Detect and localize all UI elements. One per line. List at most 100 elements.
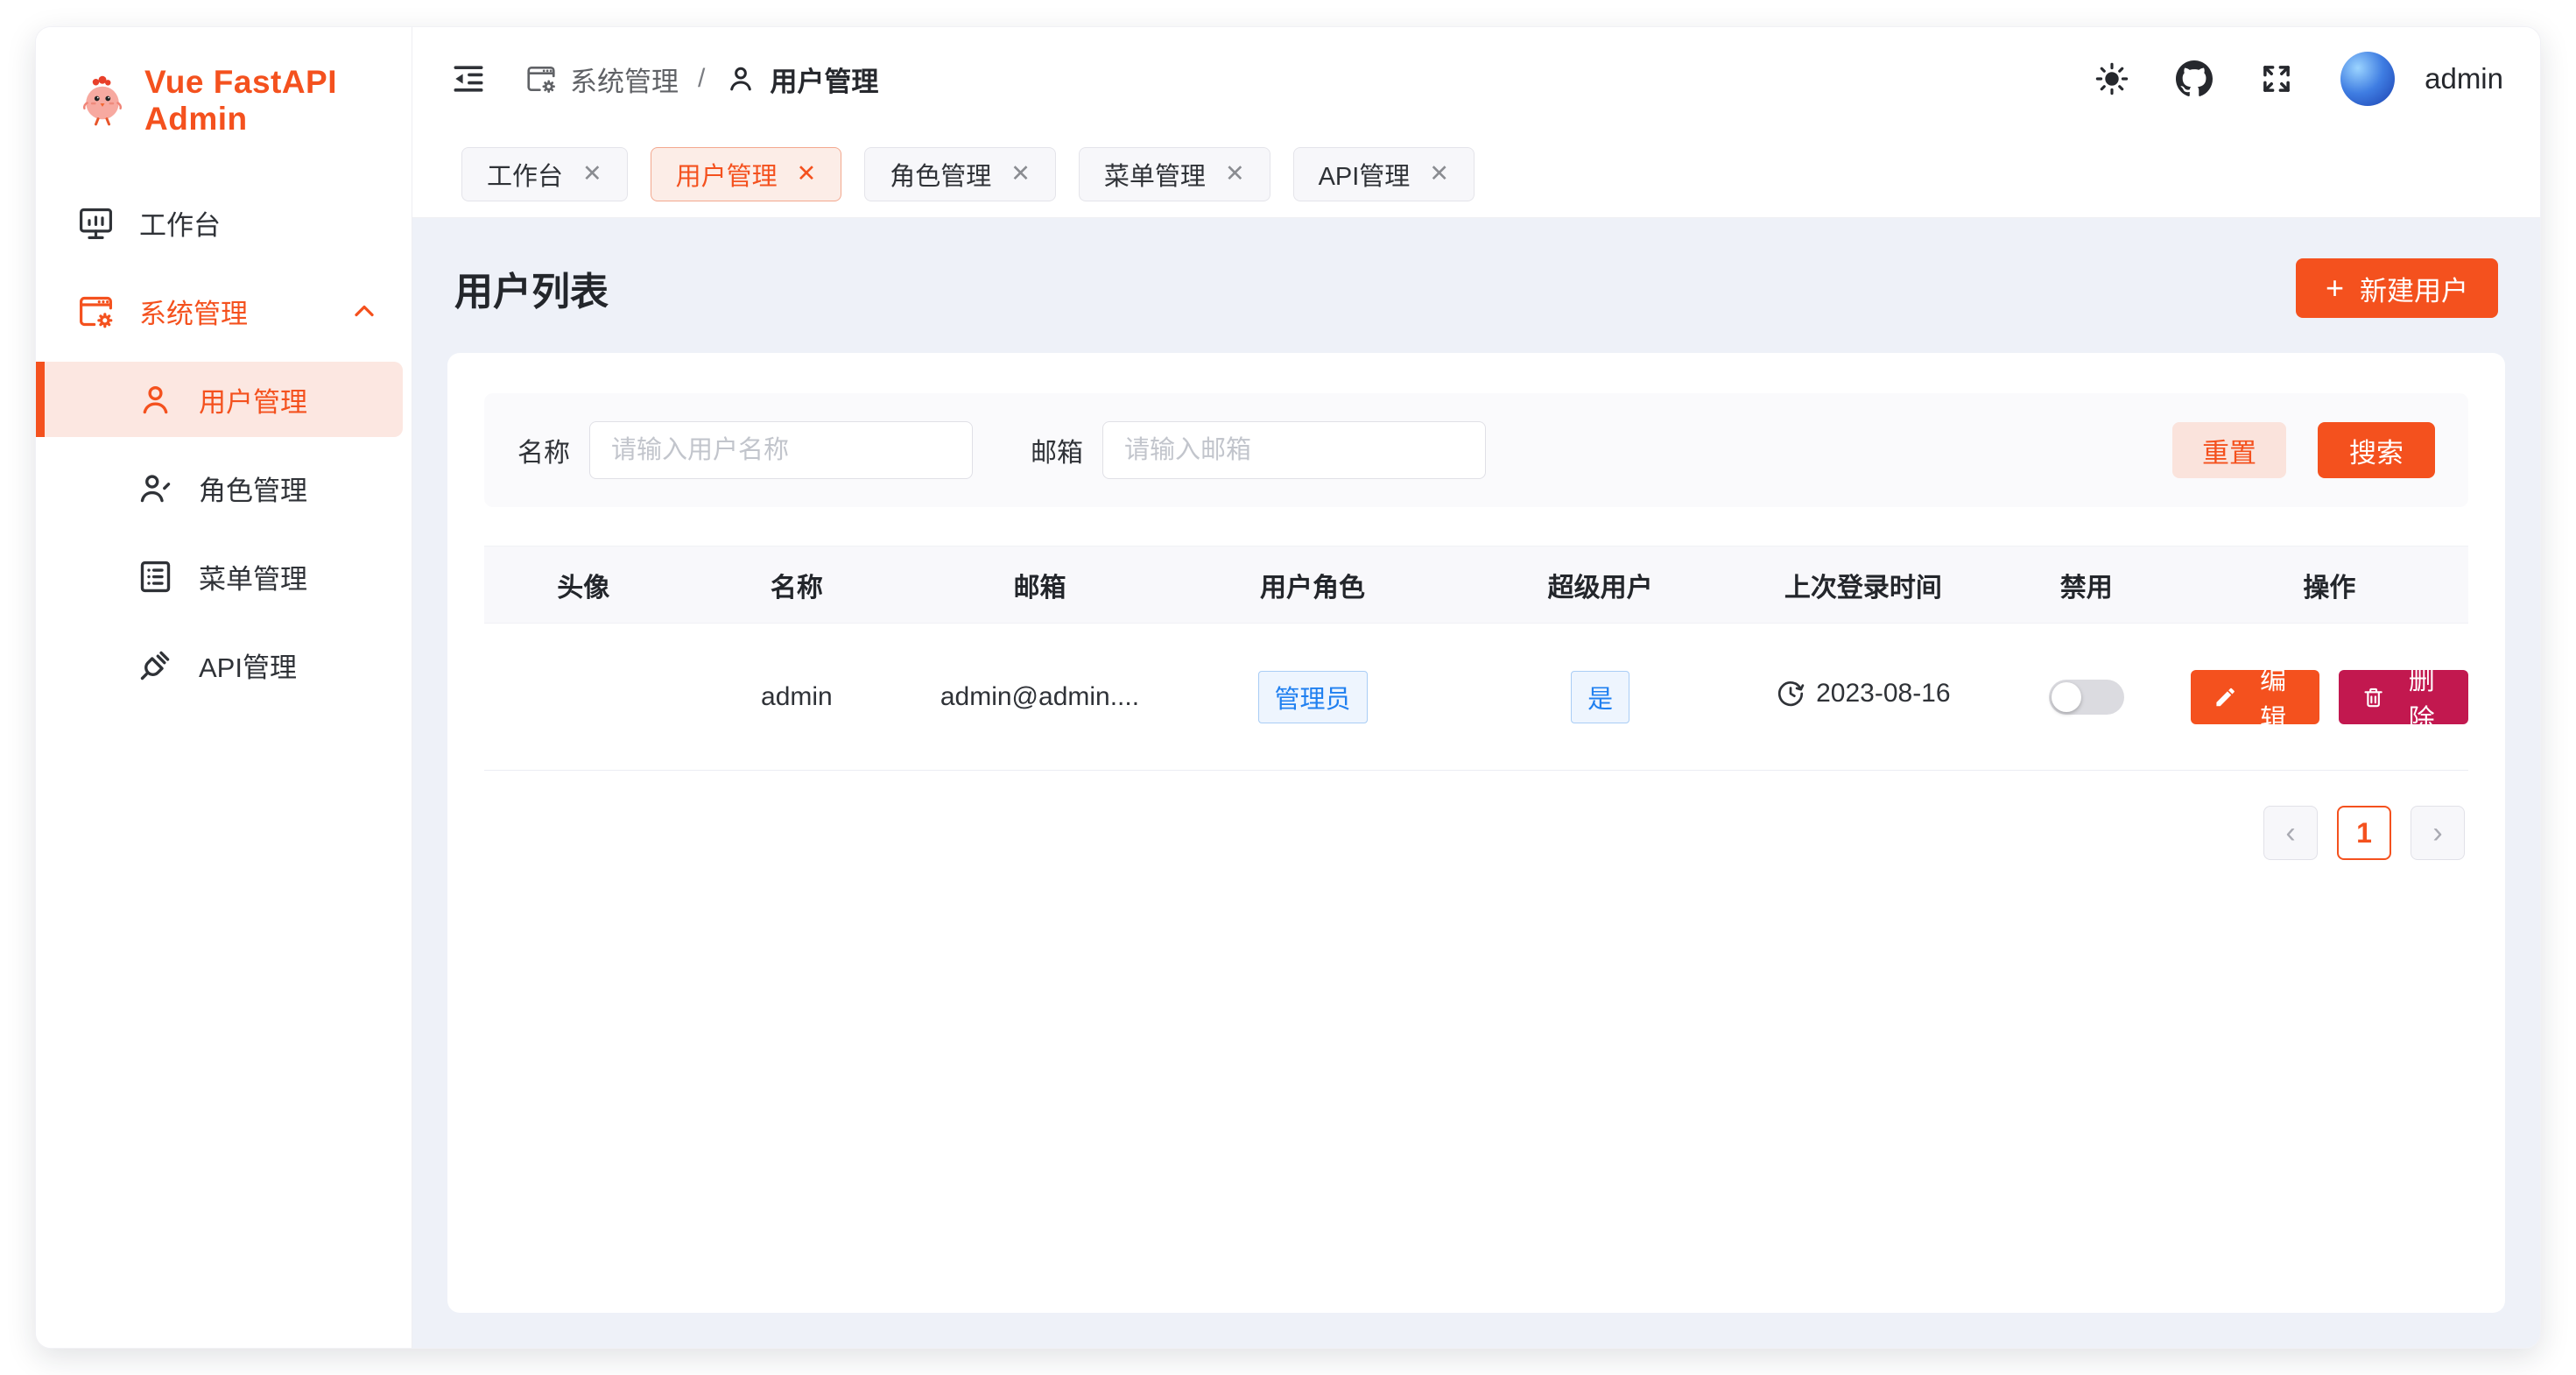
breadcrumb-label: 用户管理: [770, 60, 878, 99]
menu-list-icon: [136, 557, 175, 596]
top-header: 系统管理 / 用户管理: [412, 27, 2540, 130]
delete-button-label: 删除: [2398, 659, 2446, 736]
table-row: admin admin@admin.... 管理员 是: [484, 624, 2468, 771]
tab-roles[interactable]: 角色管理 ✕: [864, 147, 1056, 201]
tab-close-icon[interactable]: ✕: [1429, 162, 1449, 186]
last-login-value: 2023-08-16: [1816, 679, 1950, 709]
sidebar-item-label: 菜单管理: [199, 557, 307, 596]
users-table: 头像 名称 邮箱 用户角色 超级用户 上次登录时间 禁用 操作: [484, 546, 2468, 771]
sidebar-collapse-icon[interactable]: [449, 60, 488, 98]
tab-close-icon[interactable]: ✕: [582, 162, 602, 186]
app-window: Vue FastAPI Admin 工作台 系统管理: [35, 26, 2541, 1349]
email-filter-label: 邮箱: [1031, 431, 1083, 469]
sidebar-item-label: API管理: [199, 645, 297, 685]
col-disabled: 禁用: [1982, 546, 2191, 624]
sidebar: Vue FastAPI Admin 工作台 系统管理: [36, 27, 412, 1348]
pagination: ‹ 1 ›: [484, 806, 2468, 860]
tab-label: 角色管理: [890, 156, 991, 193]
sidebar-item-api[interactable]: API管理: [36, 627, 412, 702]
cell-disabled: [1982, 624, 2191, 771]
name-filter-input[interactable]: [589, 421, 973, 479]
monitor-icon: [76, 203, 116, 243]
col-last-login: 上次登录时间: [1744, 546, 1982, 624]
breadcrumb: 系统管理 / 用户管理: [524, 60, 878, 99]
header-actions: admin: [2094, 52, 2503, 106]
fullscreen-icon[interactable]: [2258, 60, 2295, 97]
theme-sun-icon[interactable]: [2094, 60, 2130, 97]
col-avatar: 头像: [484, 546, 683, 624]
delete-button[interactable]: 删除: [2339, 670, 2468, 724]
pagination-prev-button[interactable]: ‹: [2263, 806, 2318, 860]
tab-close-icon[interactable]: ✕: [797, 162, 817, 186]
edit-button[interactable]: 编辑: [2191, 670, 2320, 724]
sidebar-item-label: 系统管理: [139, 292, 248, 331]
tab-label: 菜单管理: [1104, 156, 1206, 193]
page-title-row: 用户列表 + 新建用户: [454, 258, 2498, 318]
reset-button[interactable]: 重置: [2172, 422, 2286, 478]
cell-role: 管理员: [1169, 624, 1457, 771]
app-title: Vue FastAPI Admin: [144, 64, 412, 138]
github-icon[interactable]: [2176, 60, 2213, 97]
sidebar-item-workbench[interactable]: 工作台: [36, 185, 412, 260]
tab-label: 工作台: [487, 156, 563, 193]
pagination-page-1[interactable]: 1: [2337, 806, 2391, 860]
edit-button-label: 编辑: [2249, 659, 2297, 736]
content-area: 用户列表 + 新建用户 名称 邮箱 重置 搜索: [412, 218, 2540, 1348]
chevron-up-icon: [348, 295, 380, 327]
sidebar-menu: 工作台 系统管理 用户管理: [36, 185, 412, 716]
col-email: 邮箱: [911, 546, 1169, 624]
system-window-gear-icon: [524, 62, 558, 95]
page-title: 用户列表: [454, 260, 609, 316]
tab-label: 用户管理: [676, 156, 778, 193]
search-button[interactable]: 搜索: [2318, 422, 2435, 478]
breadcrumb-label: 系统管理: [570, 60, 679, 99]
role-user-icon: [136, 469, 175, 508]
tab-close-icon[interactable]: ✕: [1010, 162, 1031, 186]
sidebar-item-menus[interactable]: 菜单管理: [36, 539, 412, 614]
tab-label: API管理: [1319, 156, 1411, 193]
pagination-next-button[interactable]: ›: [2411, 806, 2465, 860]
cell-actions: 编辑 删除: [2191, 624, 2468, 771]
new-user-button-label: 新建用户: [2360, 269, 2468, 308]
system-window-gear-icon: [76, 292, 116, 331]
col-actions: 操作: [2191, 546, 2468, 624]
tab-close-icon[interactable]: ✕: [1225, 162, 1245, 186]
cell-email: admin@admin....: [911, 624, 1169, 771]
username[interactable]: admin: [2425, 62, 2503, 95]
trash-icon: [2361, 684, 2385, 710]
breadcrumb-separator: /: [698, 64, 705, 94]
logo[interactable]: Vue FastAPI Admin: [36, 27, 412, 160]
disabled-toggle[interactable]: [2049, 680, 2124, 715]
user-icon: [136, 380, 175, 420]
sidebar-item-system[interactable]: 系统管理: [36, 273, 412, 349]
name-filter-label: 名称: [517, 431, 570, 469]
breadcrumb-item-system[interactable]: 系统管理: [524, 60, 679, 99]
search-filter-bar: 名称 邮箱 重置 搜索: [484, 393, 2468, 507]
email-filter-input[interactable]: [1102, 421, 1486, 479]
tab-api[interactable]: API管理 ✕: [1293, 147, 1475, 201]
new-user-button[interactable]: + 新建用户: [2296, 258, 2498, 318]
clock-icon: [1776, 679, 1805, 709]
user-avatar[interactable]: [2340, 52, 2395, 106]
col-superuser: 超级用户: [1456, 546, 1744, 624]
main-column: 系统管理 / 用户管理: [412, 27, 2540, 1348]
col-name: 名称: [683, 546, 911, 624]
tab-users[interactable]: 用户管理 ✕: [651, 147, 842, 201]
sidebar-item-label: 工作台: [139, 203, 221, 243]
sidebar-item-label: 角色管理: [199, 469, 307, 508]
user-icon: [724, 62, 757, 95]
cell-avatar: [484, 624, 683, 771]
breadcrumb-item-users[interactable]: 用户管理: [724, 60, 878, 99]
tab-menus[interactable]: 菜单管理 ✕: [1079, 147, 1270, 201]
col-role: 用户角色: [1169, 546, 1457, 624]
plus-icon: +: [2326, 272, 2344, 304]
cell-superuser: 是: [1456, 624, 1744, 771]
role-badge: 管理员: [1258, 671, 1368, 723]
pencil-icon: [2214, 684, 2237, 710]
tab-workbench[interactable]: 工作台 ✕: [461, 147, 628, 201]
sidebar-item-label: 用户管理: [199, 380, 307, 420]
sidebar-item-users[interactable]: 用户管理: [36, 362, 403, 437]
main-card: 名称 邮箱 重置 搜索 头像 名称: [447, 353, 2505, 1313]
sidebar-item-roles[interactable]: 角色管理: [36, 450, 412, 525]
api-plug-icon: [136, 645, 175, 685]
